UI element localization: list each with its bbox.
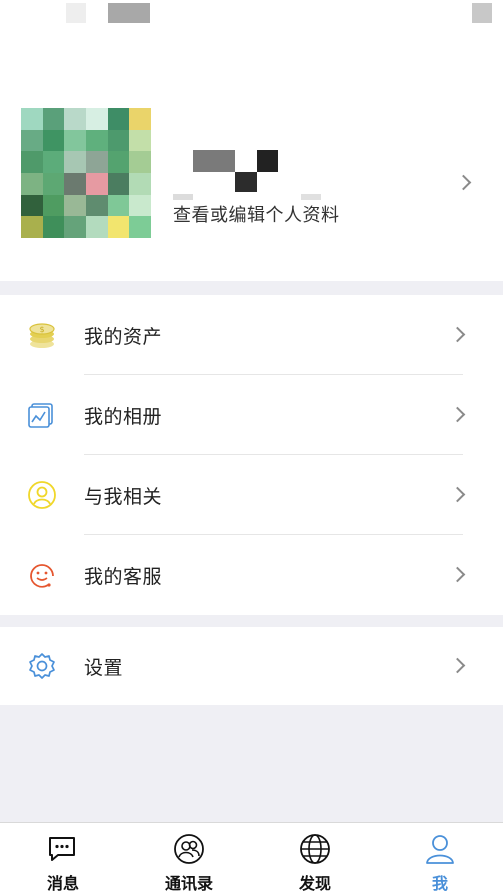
menu-item-label: 我的客服: [84, 566, 163, 588]
menu-item-label: 设置: [84, 657, 124, 679]
tab-contacts[interactable]: 通讯录: [126, 823, 252, 896]
chevron-right-icon: [455, 174, 472, 191]
tab-label: 我: [431, 874, 448, 893]
menu-item-settings[interactable]: 设置: [0, 627, 503, 705]
customer-service-icon: [26, 559, 58, 591]
menu-item-customer-service[interactable]: 我的客服: [0, 535, 503, 615]
menu-item-related[interactable]: 与我相关: [0, 455, 503, 535]
menu-group-main: $ 我的资产 我的相册 与我相关 我的客服: [0, 295, 503, 615]
menu-item-label: 我的相册: [84, 406, 163, 428]
user-circle-icon: [26, 479, 58, 511]
chevron-right-icon: [449, 566, 466, 583]
chat-bubble-icon: [46, 833, 78, 865]
status-bar: [0, 0, 503, 26]
menu-item-assets[interactable]: $ 我的资产: [0, 295, 503, 375]
contacts-icon: [173, 833, 205, 865]
menu-item-label: 与我相关: [84, 486, 163, 508]
chevron-right-icon: [449, 326, 466, 343]
tab-messages[interactable]: 消息: [0, 823, 126, 896]
menu-item-album[interactable]: 我的相册: [0, 375, 503, 455]
tab-label: 消息: [46, 874, 79, 893]
tab-label: 发现: [298, 874, 331, 893]
svg-text:$: $: [39, 325, 44, 334]
avatar[interactable]: [21, 108, 151, 238]
coins-icon: $: [26, 319, 58, 351]
tab-discover[interactable]: 发现: [252, 823, 378, 896]
chevron-right-icon: [449, 657, 466, 674]
person-icon: [424, 833, 456, 865]
profile-card[interactable]: 查看或编辑个人资料: [0, 26, 503, 281]
status-bar-mosaic: [66, 3, 86, 23]
status-bar-mosaic: [472, 3, 492, 23]
chevron-right-icon: [449, 406, 466, 423]
status-bar-mosaic: [108, 3, 150, 23]
chevron-right-icon: [449, 486, 466, 503]
tab-label: 通讯录: [164, 874, 213, 893]
album-icon: [26, 399, 58, 431]
globe-icon: [299, 833, 331, 865]
tab-me[interactable]: 我: [377, 823, 503, 896]
username-redacted: [173, 150, 323, 200]
gear-icon: [26, 650, 58, 682]
menu-group-settings: 设置: [0, 627, 503, 705]
bottom-tab-bar: 消息 通讯录 发现 我: [0, 822, 503, 896]
profile-subtitle: 查看或编辑个人资料: [173, 205, 340, 226]
menu-item-label: 我的资产: [84, 326, 163, 348]
